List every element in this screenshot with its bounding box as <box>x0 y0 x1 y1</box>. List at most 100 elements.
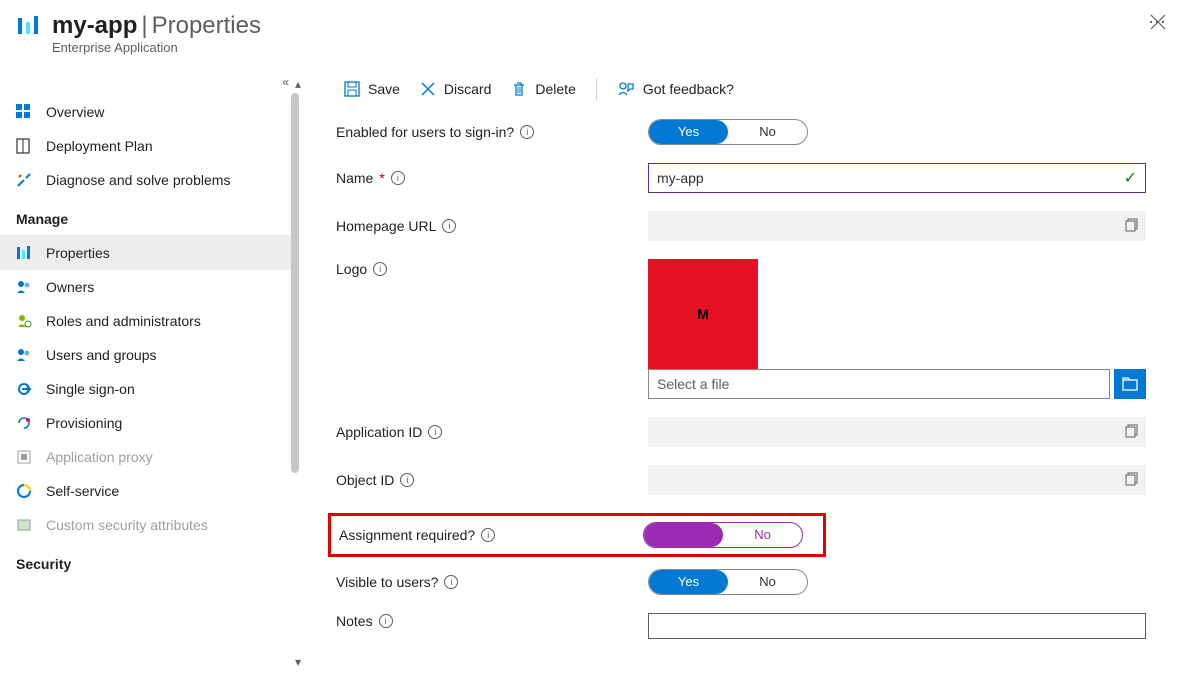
sidebar-item-label: Users and groups <box>46 347 157 363</box>
object-id-field[interactable] <box>648 465 1146 495</box>
name-value: my-app <box>657 170 704 186</box>
appid-label: Application ID <box>336 424 422 440</box>
file-select-input[interactable]: Select a file <box>648 369 1110 399</box>
copy-icon[interactable] <box>1125 472 1139 489</box>
sidebar-item-properties[interactable]: Properties <box>0 235 299 270</box>
toggle-no[interactable]: No <box>728 120 807 144</box>
page-subtitle: Enterprise Application <box>52 40 1132 55</box>
book-icon <box>16 138 36 154</box>
assignment-toggle[interactable]: Yes No <box>643 522 803 548</box>
enabled-toggle[interactable]: Yes No <box>648 119 808 145</box>
enabled-label: Enabled for users to sign-in? <box>336 124 514 140</box>
sidebar-item-label: Single sign-on <box>46 381 135 397</box>
save-button[interactable]: Save <box>336 75 408 103</box>
toolbar-label: Delete <box>535 81 575 97</box>
info-icon[interactable]: i <box>391 171 405 185</box>
collapse-sidebar-button[interactable]: « <box>0 73 299 95</box>
logo-preview: M <box>648 259 758 369</box>
info-icon[interactable]: i <box>442 219 456 233</box>
sidebar-item-label: Diagnose and solve problems <box>46 172 230 188</box>
sidebar-scrollbar[interactable] <box>291 93 299 473</box>
toolbar-label: Save <box>368 81 400 97</box>
application-id-field[interactable] <box>648 417 1146 447</box>
info-icon[interactable]: i <box>400 473 414 487</box>
sidebar-item-label: Overview <box>46 104 104 120</box>
info-icon[interactable]: i <box>379 614 393 628</box>
homepage-url-field[interactable] <box>648 211 1146 241</box>
notes-label: Notes <box>336 613 373 629</box>
toggle-yes[interactable]: Yes <box>649 120 728 144</box>
toggle-no[interactable]: No <box>723 523 802 547</box>
name-input[interactable]: my-app ✓ <box>648 163 1146 193</box>
sidebar-item-owners[interactable]: Owners <box>0 270 299 304</box>
toolbar: Save Discard Delete Got feedback? <box>336 63 1166 119</box>
sidebar-item-self-service[interactable]: Self-service <box>0 474 299 508</box>
sidebar-item-sso[interactable]: Single sign-on <box>0 372 299 406</box>
tools-icon <box>16 172 36 188</box>
folder-icon <box>1122 376 1138 392</box>
toggle-yes[interactable]: Yes <box>649 570 728 594</box>
logo-label: Logo <box>336 261 367 277</box>
sidebar-item-app-proxy: Application proxy <box>0 440 299 474</box>
info-icon[interactable]: i <box>520 125 534 139</box>
sync-icon <box>16 415 36 431</box>
visible-toggle[interactable]: Yes No <box>648 569 808 595</box>
sidebar-item-label: Owners <box>46 279 94 295</box>
sidebar-section-security: Security <box>0 542 299 580</box>
copy-icon[interactable] <box>1125 424 1139 441</box>
copy-icon[interactable] <box>1125 218 1139 235</box>
sidebar-item-users-groups[interactable]: Users and groups <box>0 338 299 372</box>
homepage-label: Homepage URL <box>336 218 436 234</box>
info-icon[interactable]: i <box>373 262 387 276</box>
properties-icon <box>16 245 36 261</box>
admin-icon <box>16 313 36 329</box>
sidebar-item-custom-security: Custom security attributes <box>0 508 299 542</box>
sidebar-item-label: Deployment Plan <box>46 138 153 154</box>
users-groups-icon <box>16 347 36 363</box>
app-logo-icon <box>16 14 40 38</box>
info-icon[interactable]: i <box>481 528 495 542</box>
sidebar: « ▴ Overview Deployment Plan Diagnose an… <box>0 63 300 674</box>
proxy-icon <box>16 449 36 465</box>
info-icon[interactable]: i <box>428 425 442 439</box>
feedback-button[interactable]: Got feedback? <box>609 75 742 103</box>
name-label: Name <box>336 170 373 186</box>
sidebar-item-label: Properties <box>46 245 110 261</box>
grid-icon <box>16 104 36 120</box>
sidebar-item-provisioning[interactable]: Provisioning <box>0 406 299 440</box>
app-name: my-app <box>52 12 137 39</box>
toggle-no[interactable]: No <box>728 570 807 594</box>
close-button[interactable] <box>1150 14 1166 33</box>
sidebar-item-diagnose[interactable]: Diagnose and solve problems <box>0 163 299 197</box>
sidebar-item-label: Provisioning <box>46 415 122 431</box>
info-icon[interactable]: i <box>444 575 458 589</box>
security-attr-icon <box>16 517 36 533</box>
discard-icon <box>420 81 436 97</box>
sso-icon <box>16 381 36 397</box>
page-title: my-app|Properties <box>52 12 1132 40</box>
main-content: Save Discard Delete Got feedback? Enable… <box>300 63 1186 674</box>
sidebar-item-overview[interactable]: Overview <box>0 95 299 129</box>
delete-button[interactable]: Delete <box>503 75 583 103</box>
sidebar-item-label: Custom security attributes <box>46 517 208 533</box>
sidebar-item-label: Self-service <box>46 483 119 499</box>
assignment-required-highlight: Assignment required? i Yes No <box>328 513 826 557</box>
self-service-icon <box>16 483 36 499</box>
sidebar-item-label: Application proxy <box>46 449 153 465</box>
visible-label: Visible to users? <box>336 574 438 590</box>
page-section: Properties <box>152 12 261 39</box>
trash-icon <box>511 81 527 97</box>
sidebar-item-roles[interactable]: Roles and administrators <box>0 304 299 338</box>
discard-button[interactable]: Discard <box>412 75 499 103</box>
sidebar-item-deployment-plan[interactable]: Deployment Plan <box>0 129 299 163</box>
logo-letter: M <box>697 306 709 322</box>
people-icon <box>16 279 36 295</box>
assignment-label: Assignment required? <box>339 527 475 543</box>
file-browse-button[interactable] <box>1114 369 1146 399</box>
sidebar-section-manage: Manage <box>0 197 299 235</box>
toggle-yes[interactable]: Yes <box>644 523 723 547</box>
notes-textarea[interactable] <box>648 613 1146 639</box>
toolbar-label: Got feedback? <box>643 81 734 97</box>
toolbar-label: Discard <box>444 81 491 97</box>
objid-label: Object ID <box>336 472 394 488</box>
